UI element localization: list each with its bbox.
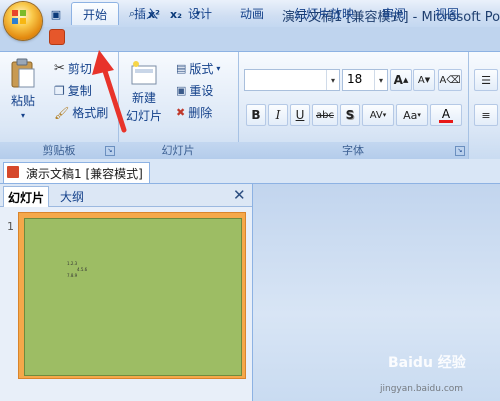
format-painter-label: 格式刷: [72, 106, 109, 120]
scissors-icon: ✂: [54, 61, 65, 76]
paragraph-group: ☰ ≡: [468, 52, 500, 159]
tab-outline[interactable]: 大纲: [56, 186, 88, 206]
ribbon-tab-bar: [0, 27, 500, 51]
font-group-label: 字体: [238, 142, 468, 159]
grow-font-label: A: [393, 73, 403, 87]
document-tab[interactable]: 演示文稿1 [兼容模式]: [3, 162, 150, 183]
watermark-brand: Baidu 经验: [388, 355, 466, 371]
font-color-swatch: [439, 119, 453, 123]
tab-slides[interactable]: 幻灯片: [3, 186, 50, 207]
format-painter-icon: 🖌: [54, 105, 70, 120]
shrink-font-button[interactable]: A ▼: [413, 69, 435, 91]
slide-text-line: 1.2.3: [67, 261, 78, 266]
tab-insert[interactable]: 插入: [126, 2, 166, 24]
shadow-button[interactable]: S: [340, 104, 360, 126]
paste-icon: [11, 58, 35, 88]
reset-icon: ▣: [176, 84, 187, 97]
bullets-button[interactable]: ☰: [474, 69, 498, 91]
layout-label: 版式: [189, 62, 214, 76]
slide-number: 1: [7, 220, 14, 233]
reset-button[interactable]: ▣ 重设: [176, 82, 213, 99]
ribbon: 粘贴 ▾ ✂ 剪切 ❐ 复制 🖌 格式刷 剪贴板 ↘ 新建 幻灯片 ▤ 版式 ▾…: [0, 51, 500, 161]
grow-font-button[interactable]: A ▲: [390, 69, 412, 91]
tab-home[interactable]: 开始: [71, 2, 119, 25]
font-launcher-icon[interactable]: ↘: [455, 146, 465, 156]
layout-button[interactable]: ▤ 版式 ▾: [176, 60, 220, 77]
change-case-button[interactable]: Aa ▾: [396, 104, 428, 126]
bold-button[interactable]: B: [246, 104, 266, 126]
copy-icon: ❐: [54, 83, 65, 98]
slide-thumbnail[interactable]: 1.2.3 4.5.6 7.8.9: [24, 218, 242, 376]
clipboard-group-label: 剪贴板: [0, 142, 118, 159]
font-size-dropdown-icon[interactable]: ▾: [374, 70, 387, 90]
clipboard-group: 粘贴 ▾ ✂ 剪切 ❐ 复制 🖌 格式刷 剪贴板 ↘: [0, 52, 119, 159]
paste-dropdown-icon[interactable]: ▾: [21, 111, 25, 120]
change-case-label: Aa: [403, 108, 418, 122]
clipboard-launcher-icon[interactable]: ↘: [105, 146, 115, 156]
font-color-label: A: [441, 106, 451, 121]
font-color-button[interactable]: A: [430, 104, 462, 126]
layout-dropdown-icon: ▾: [216, 64, 221, 73]
cut-button[interactable]: ✂ 剪切: [54, 60, 92, 77]
slide-text-line: 4.5.6: [77, 267, 88, 272]
close-pane-icon[interactable]: ✕: [233, 186, 246, 204]
new-slide-label-1: 新建: [132, 91, 157, 105]
reset-label: 重设: [189, 84, 214, 98]
bullets-icon: ☰: [481, 73, 491, 87]
align-left-button[interactable]: ≡: [474, 104, 498, 126]
new-slide-icon: [131, 61, 157, 85]
font-size-value: 18: [347, 72, 363, 86]
powerpoint-doc-icon: [7, 166, 19, 178]
tab-review[interactable]: 审阅: [374, 2, 414, 24]
font-name-combo[interactable]: ▾: [244, 69, 340, 91]
clear-formatting-button[interactable]: A⌫: [438, 69, 462, 91]
clear-formatting-icon: A⌫: [439, 74, 461, 86]
copy-button[interactable]: ❐ 复制: [54, 82, 92, 99]
new-slide-label-2: 幻灯片: [126, 109, 163, 123]
watermark-url: jingyan.baidu.com: [380, 384, 464, 394]
character-spacing-label: AV: [369, 109, 383, 121]
tab-view[interactable]: 视图: [427, 2, 467, 24]
delete-icon: ✖: [176, 106, 186, 119]
tab-animation[interactable]: 动画: [232, 2, 272, 24]
font-name-dropdown-icon[interactable]: ▾: [326, 70, 339, 90]
tab-design[interactable]: 设计: [180, 2, 220, 24]
align-left-icon: ≡: [481, 108, 491, 122]
layout-icon: ▤: [176, 62, 187, 75]
italic-button[interactable]: I: [268, 104, 288, 126]
character-spacing-button[interactable]: AV ▾: [362, 104, 394, 126]
paste-button[interactable]: 粘贴 ▾: [8, 58, 38, 120]
format-painter-button[interactable]: 🖌 格式刷: [54, 104, 108, 121]
new-slide-button[interactable]: 新建 幻灯片: [126, 58, 162, 124]
shrink-font-label: A: [417, 74, 425, 86]
tab-slideshow[interactable]: 幻灯片放映: [287, 2, 361, 24]
paste-label: 粘贴: [10, 94, 35, 108]
slide-text-line: 7.8.9: [67, 273, 78, 278]
delete-label: 删除: [188, 106, 213, 120]
slides-group: 新建 幻灯片 ▤ 版式 ▾ ▣ 重设 ✖ 删除 幻灯片: [118, 52, 239, 159]
save-icon[interactable]: ▣: [46, 4, 66, 24]
font-group: ▾ 18 ▾ A ▲ A ▼ A⌫ B I U abc S AV ▾ Aa ▾ A 字体…: [238, 52, 469, 159]
slides-group-label: 幻灯片: [118, 142, 238, 159]
office-logo-icon: [12, 10, 26, 24]
copy-label: 复制: [67, 84, 92, 98]
delete-button[interactable]: ✖ 删除: [176, 104, 212, 121]
font-size-combo[interactable]: 18 ▾: [342, 69, 388, 91]
cut-label: 剪切: [67, 62, 92, 76]
underline-button[interactable]: U: [290, 104, 310, 126]
strikethrough-button[interactable]: abc: [312, 104, 338, 126]
tab-bar-app-icon: [50, 30, 64, 44]
